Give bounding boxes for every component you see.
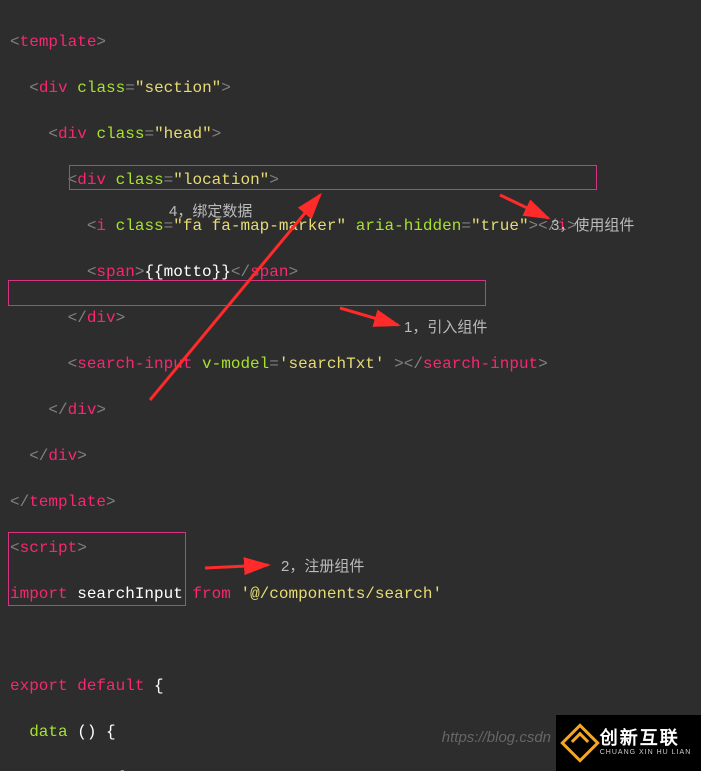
code-line: </template> xyxy=(10,491,577,514)
code-line: <search-input v-model='searchTxt' ></sea… xyxy=(10,353,577,376)
code-line: <div class="head"> xyxy=(10,123,577,146)
code-line: </div> xyxy=(10,445,577,468)
annotation-bind-label: 4，绑定数据 xyxy=(169,200,252,223)
code-line: <template> xyxy=(10,31,577,54)
annotation-register-label: 2，注册组件 xyxy=(281,555,364,578)
code-editor-pane[interactable]: <template> <div class="section"> <div cl… xyxy=(10,8,577,771)
brand-logo: 创新互联 CHUANG XIN HU LIAN xyxy=(556,715,701,771)
code-line: </div> xyxy=(10,307,577,330)
code-line: <i class="fa fa-map-marker" aria-hidden=… xyxy=(10,215,577,238)
logo-title: 创新互联 xyxy=(600,729,692,749)
logo-text: 创新互联 CHUANG XIN HU LIAN xyxy=(600,729,692,756)
code-line: export default { xyxy=(10,675,577,698)
code-line: <div class="section"> xyxy=(10,77,577,100)
logo-subtitle: CHUANG XIN HU LIAN xyxy=(600,749,692,757)
annotation-import-label: 1，引入组件 xyxy=(404,316,487,339)
watermark-text: https://blog.csdn xyxy=(442,726,551,749)
annotation-use-label: 3，使用组件 xyxy=(551,214,634,237)
code-line xyxy=(10,629,577,652)
code-line: return { xyxy=(10,767,577,771)
highlight-box-import-component xyxy=(8,280,486,306)
highlight-box-use-component xyxy=(69,165,597,190)
logo-diamond-icon xyxy=(560,723,600,763)
highlight-box-register-component xyxy=(8,532,186,606)
code-line: </div> xyxy=(10,399,577,422)
